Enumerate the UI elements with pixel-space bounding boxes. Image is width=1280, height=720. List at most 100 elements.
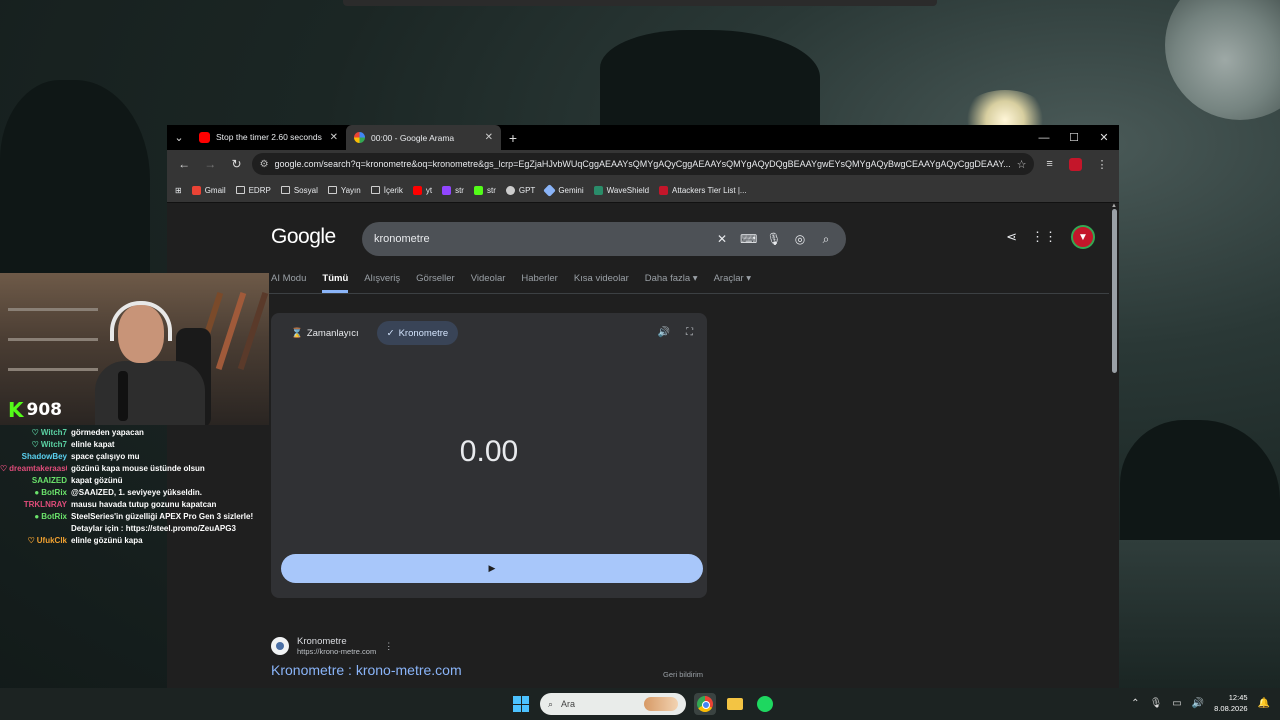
volume-icon[interactable]: 🔊 (1192, 698, 1204, 709)
close-window-button[interactable]: ✕ (1089, 125, 1119, 150)
keyboard-icon[interactable]: ⌨ (740, 232, 757, 246)
bookmark-twitch[interactable]: str (442, 185, 464, 195)
bookmark-gpt[interactable]: GPT (505, 185, 535, 195)
widget-tabs: ⌛ Zamanlayıcı ✓ Kronometre (281, 321, 459, 345)
network-icon[interactable]: ▭ (1172, 698, 1181, 709)
chat-message: Detaylar için : https://steel.promo/ZeuA… (0, 522, 269, 534)
back-button[interactable]: ← (173, 152, 195, 176)
filter-images[interactable]: Görseller (416, 273, 455, 293)
account-avatar[interactable]: ▼ (1071, 225, 1095, 249)
result-title-link[interactable]: Kronometre : krono-metre.com (271, 662, 462, 678)
lake (1110, 540, 1280, 690)
bookmark-yt[interactable]: yt (412, 185, 432, 195)
bookmark-kick[interactable]: str (473, 185, 496, 195)
filter-all[interactable]: Tümü (322, 273, 349, 293)
apps-grid-icon[interactable]: ⊞ (175, 186, 182, 195)
reload-button[interactable]: ↻ (225, 152, 247, 176)
search-input[interactable]: kronometre (374, 233, 704, 245)
microphone-icon[interactable]: 🎙 (1150, 698, 1163, 709)
taskbar-search[interactable]: ⌕ Ara (540, 693, 686, 715)
filter-shopping[interactable]: Alışveriş (364, 273, 400, 293)
headphones (110, 301, 172, 341)
taskbar-apps: ⌕ Ara (510, 692, 776, 716)
close-tab-icon[interactable]: ✕ (330, 132, 338, 143)
filter-ai-mode[interactable]: AI Modu (271, 273, 306, 293)
shelf (8, 368, 98, 371)
site-favicon (271, 637, 289, 655)
filter-tools[interactable]: Araçlar ▾ (714, 273, 752, 293)
search-icon[interactable]: ⌕ (818, 232, 834, 247)
chat-badge-icon: ♡ (31, 427, 39, 437)
close-tab-icon[interactable]: ✕ (485, 132, 493, 143)
bookmark-waveshield[interactable]: WaveShield (593, 185, 649, 195)
clear-icon[interactable]: ✕ (714, 232, 730, 246)
folder-icon (327, 186, 337, 194)
bookmark-gemini[interactable]: Gemini (543, 183, 584, 197)
filter-short-videos[interactable]: Kısa videolar (574, 273, 629, 293)
check-icon: ✓ (386, 327, 395, 339)
sound-icon[interactable]: 🔊 (658, 327, 670, 338)
taskbar-spotify[interactable] (754, 693, 776, 715)
google-logo[interactable]: Google (271, 225, 336, 249)
bookmark-yayin[interactable]: Yayın (327, 186, 361, 195)
filter-more[interactable]: Daha fazla ▾ (645, 273, 698, 293)
start-button[interactable] (510, 693, 532, 715)
lens-icon[interactable]: ◎ (792, 232, 808, 246)
extension-button[interactable] (1065, 152, 1087, 176)
chat-username-text: BotRix (41, 487, 67, 497)
microphone-icon[interactable]: 🎙 (766, 232, 782, 246)
bookmark-attackers[interactable]: Attackers Tier List |... (659, 185, 747, 195)
chat-username-text: Witch7 (40, 439, 67, 449)
stopwatch-widget: ⌛ Zamanlayıcı ✓ Kronometre 🔊 ⛶ 0.00 ▶ (271, 313, 707, 598)
chat-username[interactable]: ♡ Witch7 (0, 428, 67, 437)
chat-username[interactable]: ♡ Witch7 (0, 440, 67, 449)
tab-search-button[interactable]: ⌄ (167, 126, 191, 150)
chat-username[interactable]: ♡ UfukClk (0, 536, 67, 545)
tab-stopwatch[interactable]: ✓ Kronometre (376, 321, 459, 345)
media-controls-icon[interactable]: ≡ (1038, 152, 1060, 176)
start-button[interactable]: ▶ (281, 554, 703, 583)
taskbar-explorer[interactable] (724, 693, 746, 715)
chat-badge-icon: ● (34, 487, 40, 497)
browser-window: ⌄ Stop the timer 2.60 seconds 🤯 ✕ 00:00 … (167, 125, 1119, 688)
bookmark-icerik[interactable]: İçerik (370, 186, 403, 195)
minimize-button[interactable]: — (1029, 125, 1059, 150)
scrollbar-thumb[interactable] (1112, 209, 1117, 373)
chat-username[interactable]: ShadowBey (0, 452, 67, 461)
notification-bell-icon[interactable]: 🔔 (1258, 698, 1270, 709)
widget-actions: 🔊 ⛶ (658, 327, 693, 338)
chat-username[interactable]: SAAIZED (0, 476, 67, 485)
clock-date: 8.08.2026 (1214, 704, 1248, 713)
chat-username-text: UfukClk (36, 535, 67, 545)
menu-kebab-icon[interactable]: ⋮ (1091, 152, 1113, 176)
chevron-up-icon[interactable]: ⌃ (1131, 698, 1139, 709)
site-info-icon[interactable]: ⚙ (260, 159, 269, 170)
chat-username[interactable]: ♡dreamtakeraas01 (0, 464, 67, 473)
tab-timer[interactable]: ⌛ Zamanlayıcı (281, 321, 369, 345)
tab-youtube[interactable]: Stop the timer 2.60 seconds 🤯 ✕ (191, 125, 346, 150)
feedback-link[interactable]: Geri bildirim (663, 670, 703, 679)
search-box[interactable]: kronometre ✕ ⌨ 🎙 ◎ ⌕ (362, 222, 846, 256)
chat-username[interactable]: TRKLNRAY (0, 500, 67, 509)
address-bar[interactable]: ⚙ google.com/search?q=kronometre&oq=kron… (251, 153, 1035, 175)
bookmark-sosyal[interactable]: Sosyal (280, 186, 318, 195)
forward-button[interactable]: → (199, 152, 221, 176)
chat-username[interactable]: ● BotRix (0, 488, 67, 497)
clock[interactable]: 12:45 8.08.2026 (1214, 692, 1247, 714)
new-tab-button[interactable]: + (501, 130, 525, 146)
filter-videos[interactable]: Videolar (471, 273, 506, 293)
fullscreen-icon[interactable]: ⛶ (686, 327, 693, 338)
result-site[interactable]: Kronometre https://krono-metre.com ⋮ (271, 636, 462, 656)
share-icon[interactable]: ⋖ (1006, 229, 1017, 245)
bookmark-gmail[interactable]: Gmail (191, 185, 226, 195)
maximize-button[interactable]: ☐ (1059, 125, 1089, 150)
url-text: google.com/search?q=kronometre&oq=kronom… (274, 159, 1011, 169)
taskbar-chrome[interactable] (694, 693, 716, 715)
tab-google[interactable]: 00:00 - Google Arama ✕ (346, 125, 501, 150)
bookmark-edrp[interactable]: EDRP (235, 186, 271, 195)
result-options-icon[interactable]: ⋮ (384, 641, 393, 652)
chat-username[interactable]: ● BotRix (0, 512, 67, 521)
filter-news[interactable]: Haberler (521, 273, 557, 293)
bookmark-star-icon[interactable]: ☆ (1017, 158, 1027, 171)
apps-grid-icon[interactable]: ⋮⋮ (1031, 229, 1057, 245)
